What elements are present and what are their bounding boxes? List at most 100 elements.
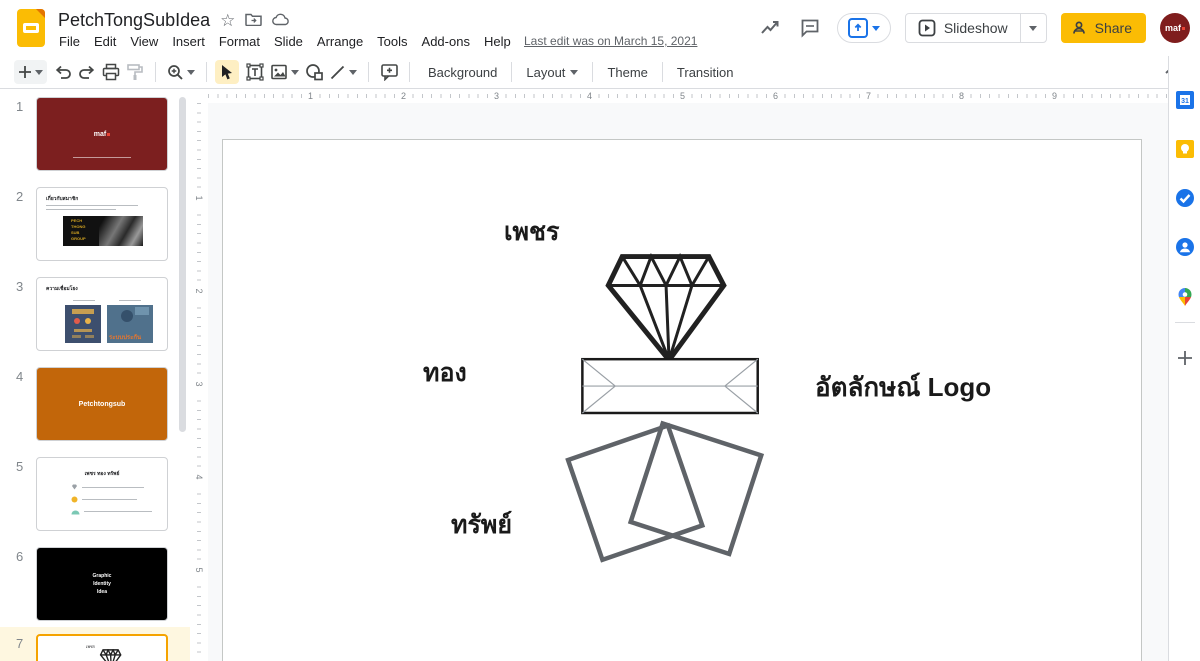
image-caret-icon[interactable] xyxy=(291,70,299,75)
menu-arrange[interactable]: Arrange xyxy=(310,31,370,52)
slide-shapes xyxy=(223,140,1141,661)
zoom-caret-icon[interactable] xyxy=(187,70,195,75)
filmstrip-scrollbar[interactable] xyxy=(179,97,186,432)
h-ruler-number: 7 xyxy=(863,89,874,103)
menu-view[interactable]: View xyxy=(123,31,165,52)
thumb2-photo xyxy=(99,216,143,246)
maps-icon[interactable] xyxy=(1175,287,1195,307)
last-edit-link[interactable]: Last edit was on March 15, 2021 xyxy=(524,34,697,48)
share-button[interactable]: Share xyxy=(1061,13,1146,43)
tasks-icon[interactable] xyxy=(1175,188,1195,208)
diamond-shape[interactable] xyxy=(608,257,724,361)
background-button[interactable]: Background xyxy=(418,61,507,84)
placeholder-text-line xyxy=(46,209,116,210)
current-slide[interactable]: เพชร ทอง อัตลักษณ์ Logo ทรัพย์ xyxy=(222,139,1142,661)
ruler-corner xyxy=(190,89,208,103)
transition-button[interactable]: Transition xyxy=(667,61,744,84)
account-avatar[interactable]: maf xyxy=(1160,13,1190,43)
thumb5-heading: เพชร ทอง ทรัพย์ xyxy=(37,470,167,478)
cloud-status-icon[interactable] xyxy=(272,13,290,29)
print-button[interactable] xyxy=(99,60,123,84)
diamond-bullet-icon xyxy=(71,484,78,490)
gold-bullet-icon xyxy=(71,496,78,503)
get-addons-plus-icon[interactable] xyxy=(1175,348,1195,368)
slide-number: 1 xyxy=(16,99,23,114)
slide-thumbnail-5[interactable]: เพชร ทอง ทรัพย์ xyxy=(36,457,168,531)
toolbar: Background Layout Theme Transition xyxy=(0,56,1168,89)
slide-thumbnail-3[interactable]: ความเชื่อมโยง ระบบประกัน xyxy=(36,277,168,351)
thumb2-banner-text: PECH THONG SUB GROUP xyxy=(63,216,86,246)
insert-comment-button[interactable] xyxy=(377,60,401,84)
paint-format-button[interactable] xyxy=(123,60,147,84)
thumbnail-row-6: 6 Graphic Identity Idea xyxy=(0,547,190,633)
slide-number: 2 xyxy=(16,189,23,204)
slide-thumbnail-4[interactable]: Petchtongsub xyxy=(36,367,168,441)
text-box-button[interactable] xyxy=(243,60,267,84)
slide-thumbnail-6[interactable]: Graphic Identity Idea xyxy=(36,547,168,621)
menu-file[interactable]: File xyxy=(52,31,87,52)
slides-logo-icon[interactable] xyxy=(17,9,45,47)
slideshow-label: Slideshow xyxy=(944,20,1008,36)
h-ruler-number: 1 xyxy=(305,89,316,103)
v-ruler-number: 5 xyxy=(193,561,205,579)
star-icon[interactable]: ☆ xyxy=(220,12,235,29)
menu-help[interactable]: Help xyxy=(477,31,518,52)
activity-dashboard-icon[interactable] xyxy=(757,15,783,41)
slide-thumbnail-7-selected[interactable]: เพชร xyxy=(36,634,168,661)
thumbnail-row-1: 1 maf xyxy=(0,97,190,183)
slide-number: 5 xyxy=(16,459,23,474)
zoom-button[interactable] xyxy=(164,60,198,84)
calendar-icon[interactable]: 31 xyxy=(1175,90,1195,110)
thumbnail-row-7-selected: 7 เพชร xyxy=(0,634,190,661)
menu-slide[interactable]: Slide xyxy=(267,31,310,52)
present-arrow-icon xyxy=(848,18,868,38)
treasure-bullet-icon xyxy=(71,508,80,515)
move-folder-icon[interactable] xyxy=(245,12,262,29)
keep-icon[interactable] xyxy=(1175,139,1195,159)
slide-filmstrip: 1 maf 2 เกี่ยวกับสมาชิก PECH THONG SUB G… xyxy=(0,89,190,661)
thumbnail-row-4: 4 Petchtongsub xyxy=(0,367,190,453)
person-lock-icon xyxy=(1071,20,1087,36)
gold-bar-shape[interactable] xyxy=(582,359,757,413)
overlapping-squares-shape[interactable] xyxy=(568,423,761,559)
header: PetchTongSubIdea ☆ FileEditViewInsertFor… xyxy=(0,0,1200,56)
new-slide-caret-icon[interactable] xyxy=(35,70,43,75)
redo-button[interactable] xyxy=(75,60,99,84)
google-side-panel: 31 xyxy=(1168,56,1200,661)
comment-history-icon[interactable] xyxy=(797,15,823,41)
slide-number: 6 xyxy=(16,549,23,564)
menu-addons[interactable]: Add-ons xyxy=(415,31,477,52)
thumb3-infographic xyxy=(65,305,101,343)
horizontal-ruler[interactable]: 123456789 xyxy=(208,89,1168,103)
line-caret-icon[interactable] xyxy=(349,70,357,75)
slide-thumbnail-2[interactable]: เกี่ยวกับสมาชิก PECH THONG SUB GROUP xyxy=(36,187,168,261)
placeholder-text-line xyxy=(119,300,141,301)
v-ruler-number: 4 xyxy=(193,468,205,486)
thumb6-title: Graphic Identity Idea xyxy=(93,572,112,596)
thumb7-label: เพชร xyxy=(86,643,95,650)
select-tool-button[interactable] xyxy=(215,60,239,84)
layout-button[interactable]: Layout xyxy=(516,61,588,84)
share-label: Share xyxy=(1095,20,1132,36)
slideshow-dropdown[interactable] xyxy=(1020,14,1046,42)
new-slide-button[interactable] xyxy=(14,60,47,84)
menu-insert[interactable]: Insert xyxy=(165,31,212,52)
menu-format[interactable]: Format xyxy=(212,31,267,52)
avatar-text: maf xyxy=(1165,23,1181,33)
vertical-ruler[interactable]: 12345 xyxy=(190,103,208,661)
menu-edit[interactable]: Edit xyxy=(87,31,123,52)
slide-thumbnail-1[interactable]: maf xyxy=(36,97,168,171)
present-to-meeting-button[interactable] xyxy=(837,13,891,43)
contacts-icon[interactable] xyxy=(1175,237,1195,257)
insert-line-button[interactable] xyxy=(326,60,360,84)
insert-shape-button[interactable] xyxy=(302,60,326,84)
thumb2-banner-image: PECH THONG SUB GROUP xyxy=(63,216,143,246)
calendar-date-text: 31 xyxy=(1181,98,1189,105)
document-title[interactable]: PetchTongSubIdea xyxy=(58,10,210,31)
insert-image-button[interactable] xyxy=(267,60,302,84)
theme-button[interactable]: Theme xyxy=(597,61,657,84)
undo-button[interactable] xyxy=(51,60,75,84)
present-caret-icon xyxy=(872,26,880,31)
slideshow-button[interactable]: Slideshow xyxy=(905,13,1047,43)
menu-tools[interactable]: Tools xyxy=(370,31,414,52)
